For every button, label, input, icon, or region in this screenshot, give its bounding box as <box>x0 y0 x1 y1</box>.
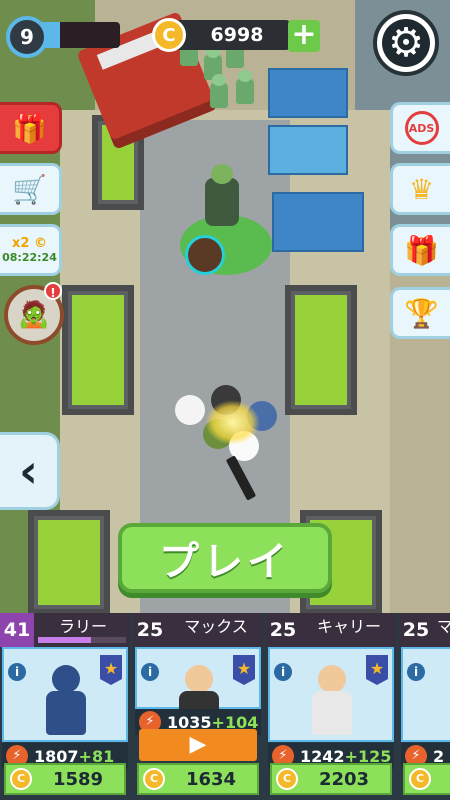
hero-level: 25 <box>133 613 167 647</box>
upgrade-price: 1589 <box>52 768 104 790</box>
hero-level: 41 <box>0 613 34 647</box>
boost-timer: 08:22:24 <box>2 251 57 264</box>
coin-icon: © <box>29 236 47 251</box>
chevron-left-icon: ‹ <box>19 444 38 498</box>
add-coins-button[interactable]: + <box>288 20 320 52</box>
play-button[interactable]: プレイ <box>118 523 332 593</box>
player-level: 9 <box>6 16 48 58</box>
card-progress <box>38 637 126 643</box>
hero-portrait[interactable]: i ★ <box>135 647 261 721</box>
leaderboard-button[interactable]: 🏆 <box>390 287 450 339</box>
hero-name: ラリー <box>58 617 107 636</box>
rank-star-icon: ★ <box>366 655 388 685</box>
hero-portrait[interactable]: i <box>401 647 450 742</box>
coin-balance: 6998 <box>210 24 264 46</box>
crown-icon: ♛ <box>408 172 435 206</box>
coin-icon: C <box>152 18 186 52</box>
gift-icon: 🎁 <box>404 233 439 267</box>
info-icon[interactable]: i <box>274 663 292 681</box>
card-header: 25 マ <box>399 613 450 647</box>
xp-bar <box>40 22 120 48</box>
hero-card-list[interactable]: 41 ラリー i ★ ⚡ 1807 +81 C 1589 25 マックス i ★ <box>0 613 450 800</box>
hero-card[interactable]: 41 ラリー i ★ ⚡ 1807 +81 C 1589 <box>0 613 130 800</box>
upgrade-price: 2203 <box>318 768 370 790</box>
rank-star-icon: ★ <box>233 655 255 685</box>
hero-name: キャリー <box>316 617 381 636</box>
settings-button[interactable]: ⚙ <box>373 10 439 76</box>
no-ads-icon: ADS <box>404 111 439 145</box>
coin-icon: C <box>143 768 165 790</box>
watch-video-button[interactable]: ▶ <box>139 729 257 761</box>
hero-figure <box>42 665 90 737</box>
daily-gift-button[interactable]: 🎁 <box>390 224 450 276</box>
upgrade-button[interactable]: C <box>403 763 450 795</box>
hero-portrait[interactable]: i ★ <box>268 647 394 742</box>
gear-icon: ⚙ <box>382 19 430 67</box>
hero-name: マックス <box>184 617 248 636</box>
rank-star-icon: ★ <box>100 655 122 685</box>
zombie-walker <box>205 164 239 226</box>
market-tent <box>268 68 348 118</box>
hero-card[interactable]: 25 キャリー i ★ ⚡ 1242 +125 C 2203 <box>266 613 396 800</box>
upgrade-price: 1634 <box>185 768 237 790</box>
coin-boost-timer-button[interactable]: x2 © 08:22:24 <box>0 224 62 276</box>
coin-icon: C <box>409 768 431 790</box>
card-header: 25 キャリー <box>266 613 396 647</box>
market-tent <box>272 192 364 252</box>
video-icon: ▶ <box>189 732 207 757</box>
grass-planter <box>28 510 110 615</box>
downed-zombie <box>185 235 225 275</box>
hero-name: マ <box>436 617 450 636</box>
trophy-icon: 🏆 <box>404 296 439 330</box>
hero-figure <box>308 665 356 737</box>
boost-multiplier: x2 © <box>12 236 47 251</box>
notification-badge: ! <box>44 282 62 300</box>
card-header: 41 ラリー <box>0 613 130 647</box>
upgrade-button[interactable]: C 2203 <box>270 763 392 795</box>
card-header: 25 マックス <box>133 613 263 647</box>
shopping-cart-icon: 🛒 <box>12 172 47 206</box>
upgrade-button[interactable]: C 1589 <box>4 763 126 795</box>
shop-button[interactable]: 🛒 <box>0 163 62 215</box>
muzzle-flash <box>205 400 260 445</box>
hero-card[interactable]: 25 マックス i ★ ⚡ 1035 +104 ▶ C 1634 <box>133 613 263 800</box>
info-icon[interactable]: i <box>141 663 159 681</box>
hero-card[interactable]: 25 マ i ⚡ 2 C <box>399 613 450 800</box>
hero-level: 25 <box>399 613 433 647</box>
grass-planter <box>62 285 134 415</box>
gift-box-button[interactable]: 🎁 <box>0 102 62 154</box>
info-icon[interactable]: i <box>407 663 425 681</box>
hero-level: 25 <box>266 613 300 647</box>
hero-portrait[interactable]: i ★ <box>2 647 128 742</box>
info-icon[interactable]: i <box>8 663 26 681</box>
no-ads-button[interactable]: ADS <box>390 102 450 154</box>
zombie-face-icon: 🧟 <box>17 300 51 330</box>
grass-planter <box>285 285 357 415</box>
coin-icon: C <box>276 768 298 790</box>
treasure-chest-icon: 🎁 <box>12 111 47 145</box>
coin-icon: C <box>10 768 32 790</box>
market-tent <box>268 125 348 175</box>
back-button[interactable]: ‹ <box>0 432 60 510</box>
upgrade-button[interactable]: C 1634 <box>137 763 259 795</box>
vip-crown-button[interactable]: ♛ <box>390 163 450 215</box>
